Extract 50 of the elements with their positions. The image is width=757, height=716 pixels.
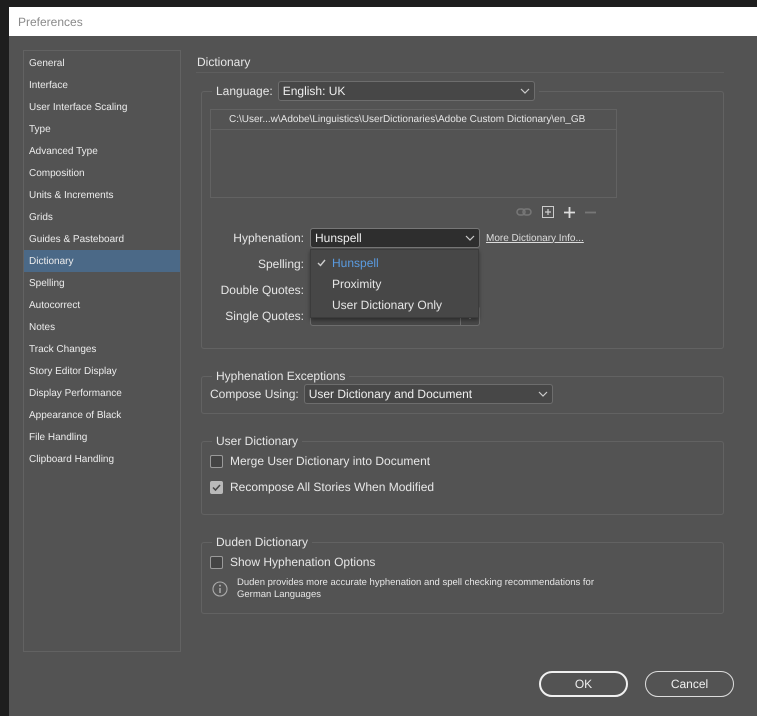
field-label: Hyphenation: [232, 231, 304, 245]
sidebar-item[interactable]: Appearance of Black [24, 404, 180, 426]
menu-item[interactable]: User Dictionary Only [311, 294, 478, 315]
language-dropdown[interactable]: English: UK [278, 81, 535, 101]
dialog-button[interactable]: OK [539, 671, 628, 697]
checkbox[interactable] [210, 556, 223, 568]
checkmark-icon [317, 258, 326, 266]
field-label: Single Quotes: [224, 309, 304, 323]
sidebar-item[interactable]: Guides & Pasteboard [24, 228, 180, 250]
sidebar-item[interactable]: Advanced Type [24, 140, 180, 162]
window-title: Preferences [9, 7, 757, 36]
info-text: Duden provides more accurate hyphenation and spell checking recommendations for German Languages [237, 577, 595, 601]
group-title: Hyphenation Exceptions [216, 369, 346, 383]
menu-item[interactable]: Proximity [311, 273, 478, 294]
dialog-button[interactable]: Cancel [645, 671, 734, 697]
sidebar-item[interactable]: Units & Increments [24, 184, 180, 206]
sidebar-item[interactable]: File Handling [24, 426, 180, 448]
sidebar-item[interactable]: Notes [24, 316, 180, 338]
sidebar-item[interactable]: Type [24, 118, 180, 140]
sidebar-item[interactable]: Dictionary [24, 250, 180, 272]
plus-icon[interactable] [564, 206, 575, 218]
compose-using-dropdown[interactable]: User Dictionary and Document [304, 384, 553, 404]
checkbox-label: Recompose All Stories When Modified [230, 480, 434, 494]
sidebar-item[interactable]: Composition [24, 162, 180, 184]
checkbox[interactable] [210, 480, 223, 494]
sidebar-item[interactable]: Story Editor Display [24, 360, 180, 382]
sidebar-item[interactable]: Grids [24, 206, 180, 228]
sidebar-item[interactable]: Autocorrect [24, 294, 180, 316]
sidebar-item[interactable]: Display Performance [24, 382, 180, 404]
info-icon [212, 581, 228, 597]
field-label: Double Quotes: [220, 283, 304, 297]
compose-using-label: Compose Using: [210, 387, 299, 401]
more-info-link[interactable]: More Dictionary Info... [486, 232, 713, 244]
dropdown[interactable]: Hunspell [310, 228, 480, 248]
group-title: Duden Dictionary [216, 535, 308, 549]
sidebar-item[interactable]: User Interface Scaling [24, 96, 180, 118]
add-box-icon[interactable] [542, 206, 554, 218]
section-heading: Dictionary [196, 50, 724, 73]
group-title: User Dictionary [216, 434, 298, 448]
field-label: Spelling: [256, 257, 304, 271]
checkbox[interactable] [210, 454, 223, 468]
sidebar-item[interactable]: Interface [24, 74, 180, 96]
sidebar-item[interactable]: General [24, 52, 180, 74]
checkbox-label: Show Hyphenation Options [230, 555, 376, 569]
sidebar-item[interactable]: Clipboard Handling [24, 448, 180, 470]
sidebar-item[interactable]: Spelling [24, 272, 180, 294]
language-label: Language: [216, 84, 273, 98]
sidebar-item[interactable]: Track Changes [24, 338, 180, 360]
dictionary-path[interactable]: C:\User...w\Adobe\Linguistics\UserDictionaries\Adobe Custom Dictionary\en_GB [211, 110, 616, 130]
checkbox-label: Merge User Dictionary into Document [230, 454, 430, 468]
